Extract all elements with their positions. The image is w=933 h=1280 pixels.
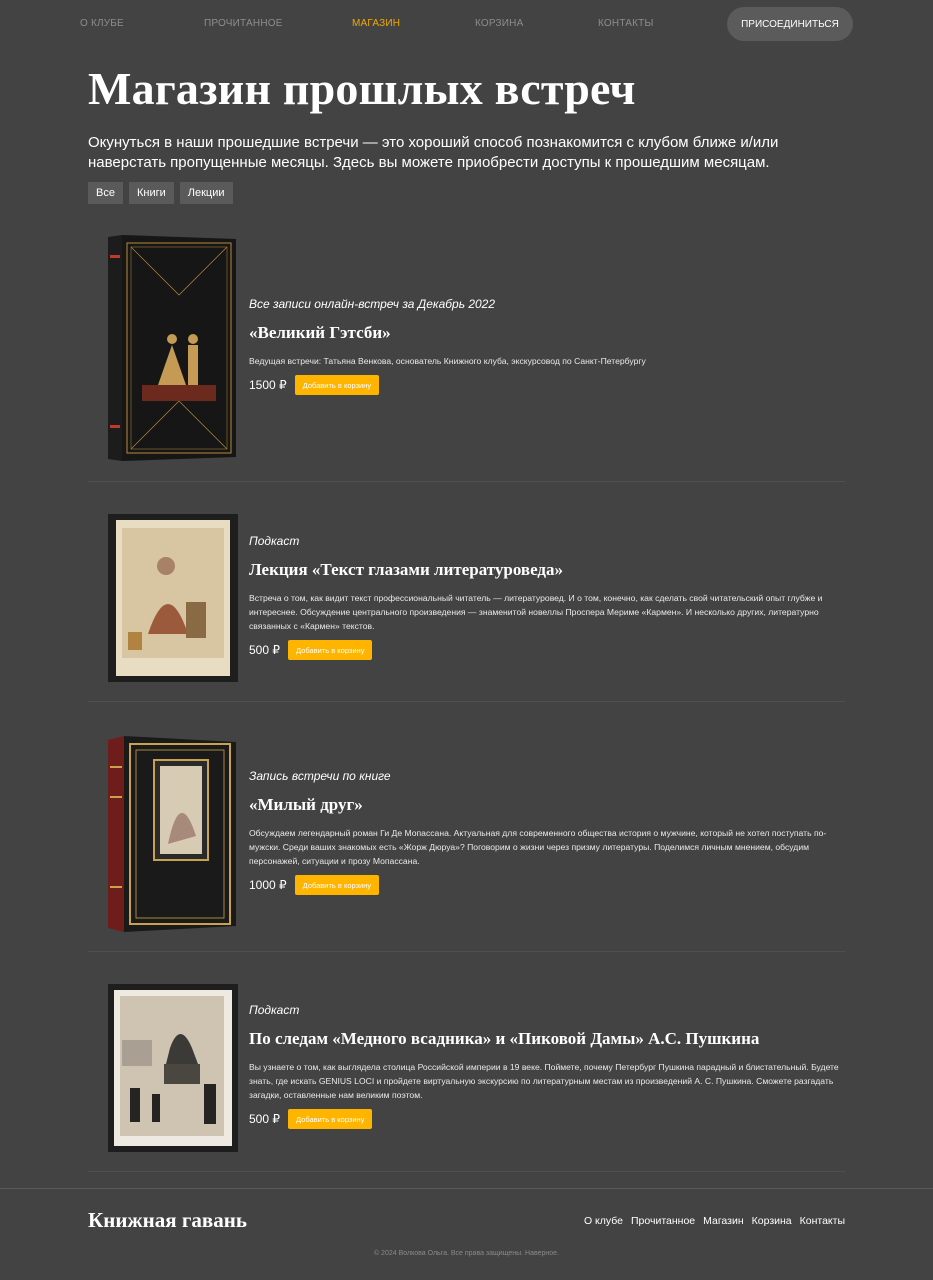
footer-link-about[interactable]: О клубе [584,1215,623,1227]
add-to-cart-button[interactable]: Добавить в корзину [288,1109,373,1129]
nav-link-about[interactable]: О КЛУБЕ [80,18,124,29]
product-info: Подкаст По следам «Медного всадника» и «… [249,1003,839,1129]
product-card-lecture: Подкаст Лекция «Текст глазами литературо… [88,482,845,702]
product-info: Все записи онлайн-встреч за Декабрь 2022… [249,297,839,395]
product-title: «Великий Гэтсби» [249,323,391,342]
filter-books-button[interactable]: Книги [128,182,174,204]
nav-link-contacts[interactable]: КОНТАКТЫ [598,18,654,29]
nav-link-cart[interactable]: КОРЗИНА [475,18,523,29]
product-buy-row: 1000 ₽ Добавить в корзину [249,875,839,895]
product-description: Обсуждаем легендарный роман Ги Де Мопасс… [249,828,827,866]
product-title: «Милый друг» [249,795,363,814]
footer-link-read[interactable]: Прочитанное [631,1215,695,1227]
product-price: 1000 ₽ [249,878,287,892]
filter-bar: Все Книги Лекции [88,182,233,204]
book-cover-carmen[interactable] [108,514,238,682]
product-buy-row: 1500 ₽ Добавить в корзину [249,375,839,395]
product-card-bel-ami: Запись встречи по книге «Милый друг» Обс… [88,702,845,952]
product-buy-row: 500 ₽ Добавить в корзину [249,640,839,660]
product-buy-row: 500 ₽ Добавить в корзину [249,1109,839,1129]
product-info: Запись встречи по книге «Милый друг» Обс… [249,769,839,895]
product-title: Лекция «Текст глазами литературоведа» [249,560,564,579]
footer-divider [0,1188,933,1189]
product-description: Вы узнаете о том, как выглядела столица … [249,1062,839,1100]
product-info: Подкаст Лекция «Текст глазами литературо… [249,534,839,660]
filter-lectures-button[interactable]: Лекции [179,182,233,204]
page-intro: Окунуться в наши прошедшие встречи — это… [88,134,779,171]
product-category: Все записи онлайн-встреч за Декабрь 2022 [249,297,496,311]
footer-nav: О клубе Прочитанное Магазин Корзина Конт… [584,1215,845,1227]
footer-link-cart[interactable]: Корзина [752,1215,792,1227]
page-title: Магазин прошлых встреч [88,63,636,114]
product-price: 500 ₽ [249,1112,280,1126]
footer-link-shop[interactable]: Магазин [703,1215,744,1227]
product-category: Подкаст [249,534,300,548]
top-nav: О КЛУБЕ ПРОЧИТАННОЕ МАГАЗИН КОРЗИНА КОНТ… [0,7,933,41]
product-card-gatsby: Все записи онлайн-встреч за Декабрь 2022… [88,225,845,482]
product-description: Ведущая встречи: Татьяна Венкова, основа… [249,356,646,366]
product-title: По следам «Медного всадника» и «Пиковой … [249,1029,760,1048]
book-cover-bel-ami[interactable] [108,736,238,932]
product-card-pushkin: Подкаст По следам «Медного всадника» и «… [88,952,845,1172]
product-category: Подкаст [249,1003,300,1017]
product-category: Запись встречи по книге [249,769,391,783]
footer-link-contacts[interactable]: Контакты [800,1215,845,1227]
nav-link-shop[interactable]: МАГАЗИН [352,18,400,29]
product-description: Встреча о том, как видит текст профессио… [249,593,823,631]
add-to-cart-button[interactable]: Добавить в корзину [294,375,380,395]
product-price: 500 ₽ [249,643,280,657]
filter-all-button[interactable]: Все [88,182,123,204]
footer-brand[interactable]: Книжная гавань [88,1208,247,1233]
nav-link-read[interactable]: ПРОЧИТАННОЕ [204,18,283,29]
join-button[interactable]: ПРИСОЕДИНИТЬСЯ [727,7,853,41]
book-cover-gatsby[interactable] [108,235,238,461]
product-price: 1500 ₽ [249,378,287,392]
book-cover-pushkin[interactable] [108,984,238,1152]
copyright: © 2024 Волкова Ольга. Все права защищены… [373,1250,560,1257]
add-to-cart-button[interactable]: Добавить в корзину [288,640,373,660]
add-to-cart-button[interactable]: Добавить в корзину [294,875,380,895]
